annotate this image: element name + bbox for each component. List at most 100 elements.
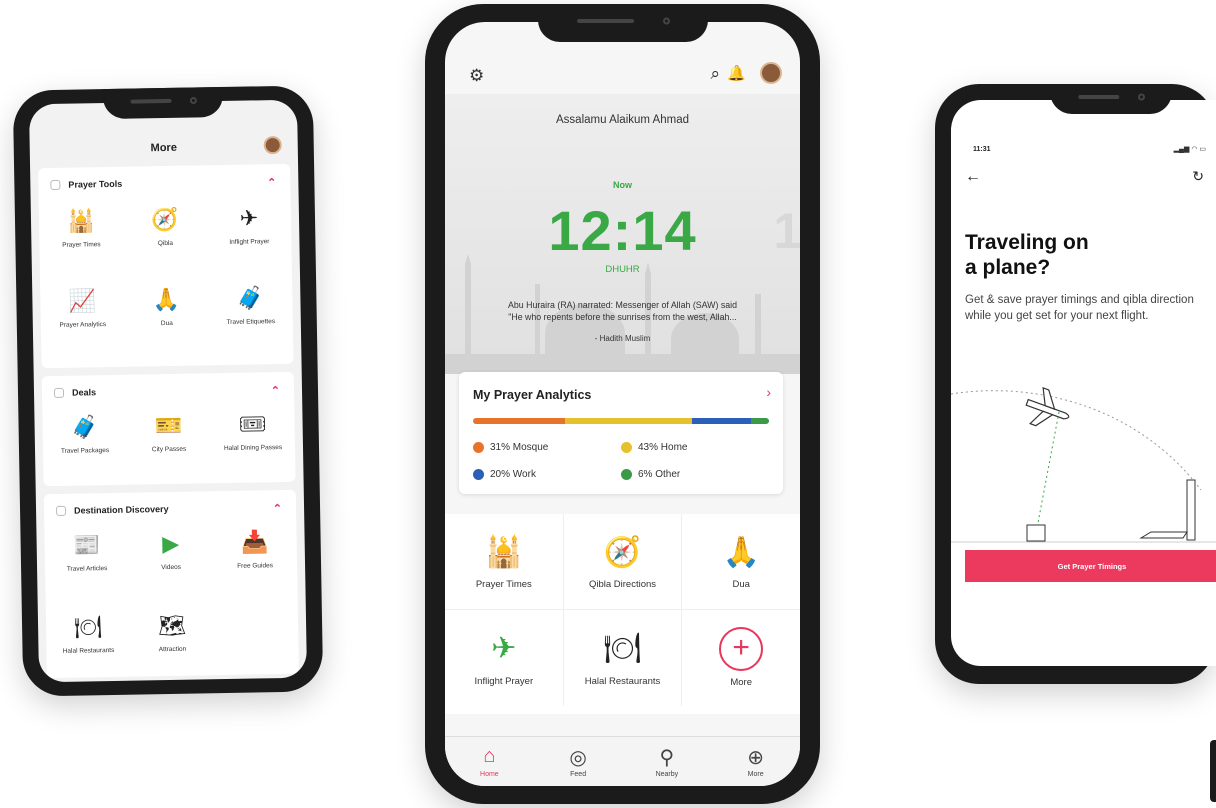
tile-label: Halal Restaurants	[584, 675, 661, 687]
analytics-bar-segment	[473, 418, 565, 424]
tile-inflight-prayer[interactable]: ✈ Inflight Prayer	[445, 610, 564, 706]
tile-label: Prayer Analytics	[59, 321, 107, 329]
tile-label: Travel Packages	[60, 447, 110, 455]
section-deals: Deals ⌃ 🧳 Travel Packages 🎫 City Passes 🎟 H…	[41, 371, 296, 487]
section-header: Prayer Tools	[50, 179, 122, 191]
tile-label: Prayer Times	[475, 579, 532, 591]
tile-prayer-analytics[interactable]: 📈 Prayer Analytics	[40, 285, 125, 331]
more-screen: More Prayer Tools ⌃ 🕌 Prayer Times 🧭 Qibla…	[28, 99, 308, 683]
get-prayer-timings-button[interactable]: Get Prayer Timings	[965, 550, 1216, 582]
hadith-text: Abu Huraira (RA) narrated: Messenger of …	[459, 300, 786, 324]
greeting-text: Assalamu Alaikum	[556, 114, 650, 126]
tile-travel-etiquettes[interactable]: 🧳 Travel Etiquettes	[208, 282, 293, 328]
tag-icon	[53, 387, 65, 398]
signal-battery-icon: ▂▄▆ ◠ ▭	[1173, 146, 1206, 153]
plus-circle-icon: ⊕	[747, 747, 764, 769]
now-label: Now	[613, 180, 632, 190]
tile-label: Qibla Directions	[588, 579, 657, 591]
tile-label: Free Guides	[237, 562, 274, 570]
legend-item: 20% Work	[473, 469, 621, 480]
status-time: 11:31	[973, 146, 991, 153]
avatar[interactable]	[760, 62, 782, 84]
legend-label: 31% Mosque	[490, 442, 549, 453]
back-arrow-icon[interactable]: ←	[965, 168, 981, 186]
tile-inflight-prayer[interactable]: ✈ Inflight Prayer	[207, 202, 292, 248]
tile-label: Inflight Prayer	[474, 675, 534, 687]
greeting: Assalamu Alaikum Ahmad	[445, 114, 800, 126]
legend-label: 20% Work	[490, 469, 536, 480]
hand-icon	[50, 179, 61, 191]
chevron-right-icon[interactable]: ›	[766, 384, 771, 400]
flight-qibla-illustration	[951, 387, 1216, 543]
dua-icon: 🙏	[722, 535, 760, 569]
tile-label: Dua	[732, 579, 750, 591]
tile-halal-restaurants[interactable]: 🍽 Halal Restaurants	[46, 611, 131, 657]
hadith-source: - Hadith Muslim	[594, 334, 651, 343]
pin-icon: ⚲	[659, 747, 675, 769]
camera-icon: ◎	[569, 747, 587, 769]
luggage-icon: 🧳	[70, 414, 99, 440]
tile-travel-articles[interactable]: 📰 Travel Articles	[44, 529, 129, 575]
analytics-bar-segment	[751, 418, 769, 424]
tile-qibla-directions[interactable]: 🧭 Qibla Directions	[564, 514, 683, 609]
analytics-bar-segment	[564, 418, 693, 424]
tab-label: Home	[480, 771, 499, 778]
hadith-line: Abu Huraira (RA) narrated: Messenger of …	[508, 300, 737, 310]
home-icon: ⌂	[483, 745, 496, 767]
ticket-icon: 🎫	[154, 412, 183, 439]
tile-halal-dining-passes[interactable]: 🎟 Halal Dining Passes	[210, 408, 295, 454]
tile-dua[interactable]: 🙏 Dua	[682, 514, 800, 609]
map-pin-icon: 🗺	[157, 612, 187, 639]
tab-label: Feed	[570, 771, 587, 778]
refresh-icon[interactable]: ↻	[1192, 168, 1204, 185]
tile-label: Travel Etiquettes	[226, 318, 276, 326]
prayer-analytics-card[interactable]: My Prayer Analytics › 31% Mosque 43% Home…	[459, 372, 783, 494]
mosque-icon: 🕌	[67, 208, 95, 234]
tile-qibla[interactable]: 🧭 Qibla	[123, 203, 208, 249]
page-subtitle: Get & save prayer timings and qibla dire…	[965, 294, 1194, 323]
legend-item: 43% Home	[621, 442, 769, 453]
analytics-legend: 31% Mosque 43% Home 20% Work 6% Other	[473, 442, 769, 480]
tab-home[interactable]: ⌂ Home	[445, 737, 534, 786]
gear-icon[interactable]: ⚙	[469, 66, 484, 86]
dua-icon: 🙏	[152, 286, 181, 313]
prayer-hero: Assalamu Alaikum Ahmad Now 12:14 1! DHUH…	[445, 94, 800, 374]
tile-dua[interactable]: 🙏 Dua	[124, 283, 209, 329]
tile-label: Videos	[161, 563, 182, 572]
section-title: Destination Discovery	[73, 504, 169, 516]
play-icon: ▶	[161, 530, 180, 557]
tile-label: Travel Articles	[66, 565, 108, 573]
tile-prayer-times[interactable]: 🕌 Prayer Times	[39, 205, 124, 251]
tile-more[interactable]: + More	[682, 610, 800, 706]
analytics-title: My Prayer Analytics	[473, 388, 592, 402]
next-prayer-time-peek[interactable]: 1!	[774, 202, 800, 260]
tile-label: Halal Dining Passes	[223, 444, 283, 453]
chevron-up-icon[interactable]: ⌃	[273, 502, 282, 515]
tab-nearby[interactable]: ⚲ Nearby	[623, 737, 712, 786]
tile-free-guides[interactable]: 📥 Free Guides	[212, 526, 297, 572]
tab-more[interactable]: ⊕ More	[711, 737, 800, 786]
inflight-screen: 11:31 ▂▄▆ ◠ ▭ ← ↻ Traveling on a plane? G…	[951, 100, 1216, 666]
chevron-up-icon[interactable]: ⌃	[271, 384, 280, 397]
legend-label: 43% Home	[638, 442, 688, 453]
tile-travel-packages[interactable]: 🧳 Travel Packages	[42, 411, 127, 457]
section-prayer-tools: Prayer Tools ⌃ 🕌 Prayer Times 🧭 Qibla ✈ Inf…	[38, 163, 294, 369]
compass-icon	[55, 505, 67, 516]
tab-feed[interactable]: ◎ Feed	[534, 737, 623, 786]
tile-attraction[interactable]: 🗺 Attraction	[130, 609, 215, 655]
chevron-up-icon[interactable]: ⌃	[267, 176, 276, 189]
tile-prayer-times[interactable]: 🕌 Prayer Times	[445, 514, 564, 609]
legend-item: 31% Mosque	[473, 442, 621, 453]
bell-icon[interactable]: 🔔	[727, 64, 746, 82]
tile-label: Attraction	[158, 645, 187, 654]
tile-halal-restaurants[interactable]: 🍽 Halal Restaurants	[564, 610, 683, 706]
home-screen: ⚙ ⌕ 🔔 Assalamu Alaikum Ahmad Now 12:14 1…	[445, 22, 800, 786]
more-screen-phone: More Prayer Tools ⌃ 🕌 Prayer Times 🧭 Qibla…	[12, 85, 324, 697]
hadith-line: "He who repents before the sunrises from…	[508, 311, 737, 322]
tab-label: More	[747, 771, 764, 778]
tile-label: More	[730, 676, 752, 688]
search-icon[interactable]: ⌕	[710, 64, 720, 84]
tile-videos[interactable]: ▶ Videos	[128, 527, 213, 573]
tile-city-passes[interactable]: 🎫 City Passes	[126, 409, 211, 455]
tile-label: Dua	[160, 319, 173, 328]
